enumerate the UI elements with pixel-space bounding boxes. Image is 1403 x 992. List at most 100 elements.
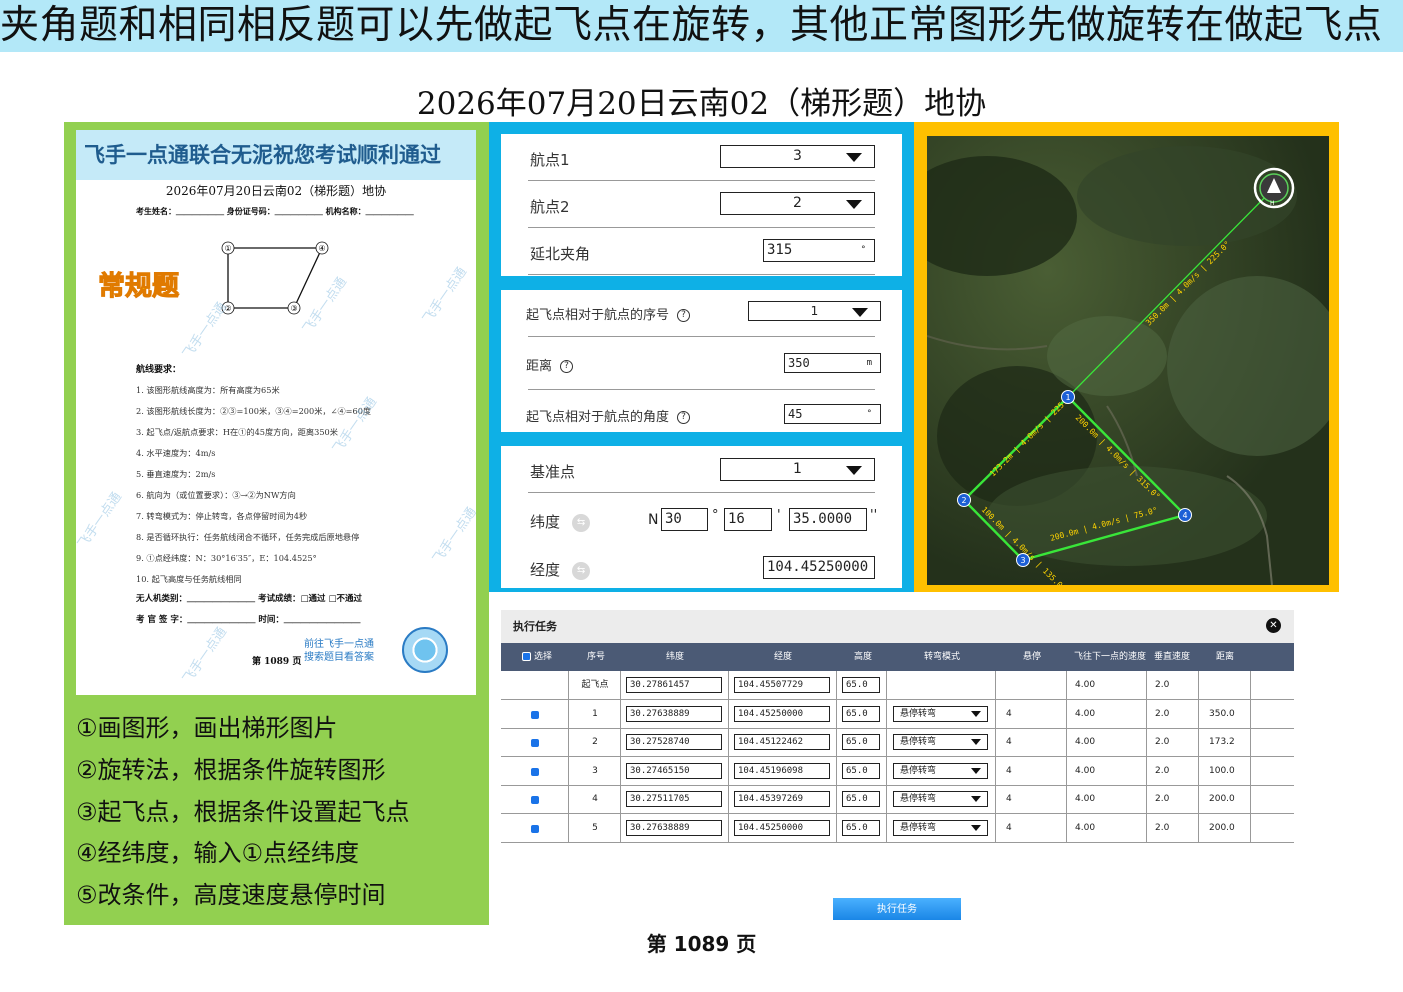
select-all-checkbox[interactable]	[521, 652, 531, 661]
row-checkbox[interactable]	[531, 739, 539, 748]
help-icon[interactable]: ?	[560, 360, 574, 373]
help-icon[interactable]: ?	[677, 309, 691, 322]
table-cell: 悬停转弯	[887, 699, 996, 728]
row-seq: 起飞点	[581, 680, 609, 690]
distance-input[interactable]: 350 m	[784, 353, 881, 373]
north-angle-input[interactable]: 315 °	[763, 239, 875, 262]
row-latitude-input[interactable]: 30.27638889	[626, 820, 722, 836]
base-point-select[interactable]: 1	[720, 458, 875, 481]
requirement-item: 10. 起飞高度与任务航线相同	[136, 574, 242, 584]
dropdown-arrow-icon	[971, 796, 981, 803]
table-cell: 173.2	[1199, 728, 1251, 757]
row-longitude-input[interactable]: 104.45250000	[734, 820, 830, 836]
table-cell	[887, 671, 996, 699]
row-turn-mode-select[interactable]: 悬停转弯	[893, 762, 988, 779]
table-cell: 30.27638889	[621, 814, 729, 842]
dropdown-arrow-icon	[971, 710, 981, 717]
table-row[interactable]: 4 30.27511705 104.45397269 65.0 悬停转弯 4 4.00 2.0…	[501, 785, 1294, 815]
row-altitude-input[interactable]: 65.0	[842, 820, 880, 836]
row-altitude-input[interactable]: 65.0	[842, 677, 880, 693]
table-row[interactable]: 1 30.27638889 104.45250000 65.0 悬停转弯 4 4.00 2.0…	[501, 699, 1294, 729]
table-cell: 2.0	[1147, 756, 1199, 785]
header-select[interactable]: 选择	[517, 643, 557, 671]
latitude-second-input[interactable]: 35.0000	[789, 508, 867, 531]
form-row: 起飞点相对于航点的角度? 45 °	[526, 390, 881, 432]
row-latitude-input[interactable]: 30.27528740	[626, 734, 722, 751]
row-turn-mode-select[interactable]: 悬停转弯	[893, 734, 988, 751]
paper-fields: 考生姓名：＿＿＿＿＿＿ 身份证号码：＿＿＿＿＿＿ 机构名称：＿＿＿＿＿＿	[136, 206, 414, 216]
row-longitude-input[interactable]: 104.45397269	[734, 791, 830, 808]
close-icon[interactable]: ✕	[1266, 618, 1281, 633]
row-longitude-input[interactable]: 104.45122462	[734, 734, 830, 751]
waypoint1-select[interactable]: 3	[720, 145, 875, 168]
table-cell: 30.27511705	[621, 785, 729, 814]
latitude-degree-value: 30	[665, 511, 682, 527]
swap-icon[interactable]: ⇆	[572, 513, 591, 532]
row-checkbox[interactable]	[531, 796, 539, 805]
takeoff-seq-select[interactable]: 1	[748, 301, 881, 321]
paper-title: 2026年07月20日云南02（梯形题）地协	[165, 184, 387, 198]
swap-icon[interactable]: ⇆	[572, 561, 591, 580]
dropdown-arrow-icon	[971, 739, 981, 746]
longitude-label: 经度 ⇆	[530, 559, 591, 580]
table-cell: 2.0	[1147, 699, 1199, 728]
table-cell	[996, 671, 1067, 699]
row-latitude-input[interactable]: 30.27861457	[626, 677, 722, 693]
header-lat: 纬度	[665, 652, 684, 662]
form-row: 延北夹角 315 °	[528, 228, 875, 275]
row-longitude-input[interactable]: 104.45250000	[734, 705, 830, 722]
form-row: 经度 ⇆ 104.45250000	[528, 543, 875, 588]
table-row[interactable]: 3 30.27465150 104.45196098 65.0 悬停转弯 4 4.00 2.0…	[501, 756, 1294, 786]
latitude-minute-input[interactable]: 16	[724, 508, 772, 531]
row-altitude-input[interactable]: 65.0	[842, 734, 880, 751]
row-latitude-input[interactable]: 30.27465150	[626, 762, 722, 779]
table-row[interactable]: 起飞点 30.27861457 104.45507729 65.0 4.00 2.0	[501, 671, 1294, 700]
row-turn-mode-select[interactable]: 悬停转弯	[893, 820, 988, 836]
row-turn-mode-select[interactable]: 悬停转弯	[893, 705, 988, 722]
dropdown-arrow-icon	[846, 466, 862, 475]
row-speed: 4.00	[1075, 737, 1096, 748]
execute-task-button[interactable]: 执行任务	[833, 898, 961, 920]
row-altitude-input[interactable]: 65.0	[842, 762, 880, 779]
satellite-map[interactable]: 350.0m | 4.0m/s | 225.0° 173.2m | 4.0m/s…	[927, 136, 1329, 585]
table-row[interactable]: 5 30.27638889 104.45250000 65.0 悬停转弯 4 4.00 2.0…	[501, 814, 1294, 843]
row-altitude-input[interactable]: 65.0	[842, 705, 880, 722]
latitude-degree-input[interactable]: 30	[661, 508, 708, 531]
row-hover: 4	[1006, 737, 1012, 748]
row-latitude-input[interactable]: 30.27511705	[626, 791, 722, 808]
row-longitude-input[interactable]: 104.45507729	[734, 677, 830, 693]
latitude-minute-value: 16	[728, 511, 745, 527]
distance-value: 350	[788, 356, 810, 370]
table-cell: 4	[996, 756, 1067, 785]
takeoff-card: 起飞点相对于航点的序号? 1 距离? 350 m 起飞点相对于航点的角度? 45…	[501, 290, 902, 432]
requirement-item: 1. 该图形航线高度为：所有高度为65米	[136, 385, 280, 395]
table-cell: 1	[569, 699, 621, 728]
table-cell: 2.0	[1147, 671, 1199, 699]
table-cell	[1199, 671, 1251, 699]
table-cell: 悬停转弯	[887, 756, 996, 785]
table-cell: 65.0	[837, 728, 887, 757]
form-row: 航点2 2	[528, 181, 875, 228]
row-speed: 4.00	[1075, 680, 1096, 690]
table-row[interactable]: 2 30.27528740 104.45122462 65.0 悬停转弯 4 4.00 2.0…	[501, 728, 1294, 758]
help-icon[interactable]: ?	[677, 411, 691, 424]
row-longitude-input[interactable]: 104.45196098	[734, 762, 830, 779]
home-marker[interactable]: H	[1253, 167, 1295, 209]
takeoff-seq-label: 起飞点相对于航点的序号?	[526, 304, 691, 323]
row-latitude-input[interactable]: 30.27638889	[626, 705, 722, 722]
row-checkbox[interactable]	[531, 767, 539, 776]
row-checkbox[interactable]	[531, 825, 539, 833]
row-altitude-input[interactable]: 65.0	[842, 791, 880, 808]
takeoff-angle-input[interactable]: 45 °	[784, 404, 881, 424]
longitude-input[interactable]: 104.45250000	[763, 556, 875, 579]
table-cell	[501, 756, 569, 785]
row-turn-mode-value: 悬停转弯	[900, 823, 937, 833]
row-checkbox[interactable]	[531, 710, 539, 719]
table-cell: 4.00	[1067, 671, 1147, 699]
waypoint2-select[interactable]: 2	[720, 192, 875, 215]
table-cell	[501, 728, 569, 757]
home-label: H	[1270, 200, 1275, 207]
row-vspeed: 2.0	[1155, 708, 1170, 719]
row-turn-mode-select[interactable]: 悬停转弯	[893, 791, 988, 808]
paper-page-number: 第 1089 页	[252, 657, 302, 667]
